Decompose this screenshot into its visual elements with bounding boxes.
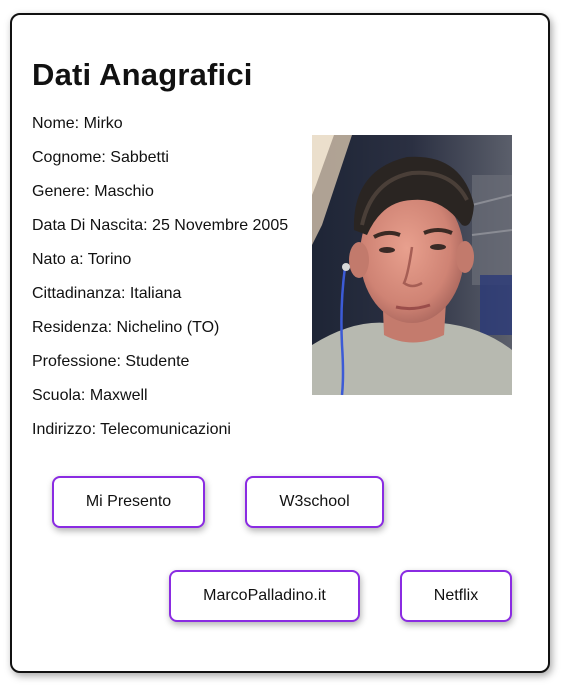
info-professione: Professione: Studente [32,353,190,370]
info-nato-a: Nato a: Torino [32,251,132,268]
netflix-button[interactable]: Netflix [400,570,512,622]
profile-card: Dati Anagrafici Nome: Mirko Cognome: Sab… [10,13,550,673]
page-title: Dati Anagrafici [32,57,253,92]
w3school-button[interactable]: W3school [245,476,384,528]
info-data-di-nascita: Data Di Nascita: 25 Novembre 2005 [32,217,289,234]
profile-photo [312,135,512,395]
info-cittadinanza: Cittadinanza: Italiana [32,285,182,302]
marcopalladino-button[interactable]: MarcoPalladino.it [169,570,360,622]
mi-presento-button[interactable]: Mi Presento [52,476,205,528]
info-residenza: Residenza: Nichelino (TO) [32,319,220,336]
info-nome: Nome: Mirko [32,115,123,132]
info-list: Nome: Mirko Cognome: Sabbetti Genere: Ma… [32,113,288,453]
info-scuola: Scuola: Maxwell [32,387,148,404]
info-cognome: Cognome: Sabbetti [32,149,169,166]
info-genere: Genere: Maschio [32,183,154,200]
info-indirizzo: Indirizzo: Telecomunicazioni [32,421,231,438]
